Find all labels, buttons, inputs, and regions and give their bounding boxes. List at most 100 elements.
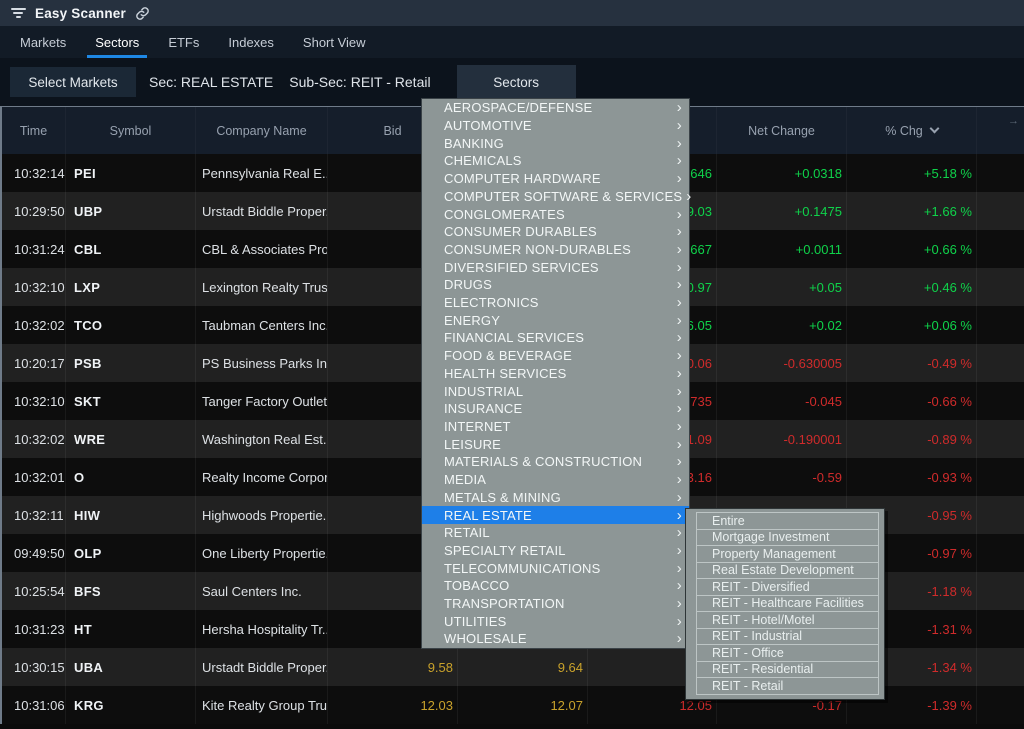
chevron-right-icon: › — [676, 347, 682, 365]
sector-menu-item[interactable]: CHEMICALS › — [422, 152, 689, 170]
spacer-cell — [977, 192, 1024, 230]
time-cell: 10:32:14 — [2, 154, 66, 192]
subsector-menu-item[interactable]: Property Management — [696, 545, 879, 563]
pct-cell: -0.93 % — [847, 458, 977, 496]
sector-menu-item[interactable]: TOBACCO › — [422, 577, 689, 595]
filter-icon[interactable] — [10, 8, 26, 18]
sector-menu-item[interactable]: INTERNET › — [422, 418, 689, 436]
time-cell: 10:32:11 — [2, 496, 66, 534]
symbol-cell: HIW — [66, 496, 196, 534]
subsector-menu-item[interactable]: REIT - Office — [696, 644, 879, 662]
chevron-right-icon: › — [676, 506, 682, 524]
chevron-right-icon: › — [676, 418, 682, 435]
tab-sectors[interactable]: Sectors — [87, 26, 148, 58]
sector-menu-item[interactable]: DIVERSIFIED SERVICES › — [422, 258, 689, 276]
sector-menu-item[interactable]: ENERGY › — [422, 311, 689, 329]
subsector-menu-item[interactable]: REIT - Residential — [696, 660, 879, 678]
spacer-cell — [977, 268, 1024, 306]
symbol-cell: WRE — [66, 420, 196, 458]
column-header-time[interactable]: Time — [2, 107, 66, 154]
symbol-cell: HT — [66, 610, 196, 648]
subsector-menu-item[interactable]: Entire — [696, 512, 879, 530]
sector-menu-item[interactable]: BANKING › — [422, 134, 689, 152]
sector-menu-item[interactable]: TRANSPORTATION › — [422, 595, 689, 613]
pct-cell: +0.66 % — [847, 230, 977, 268]
select-markets-button[interactable]: Select Markets — [10, 67, 136, 97]
company-cell: Saul Centers Inc. — [196, 572, 328, 610]
net-cell: +0.02 — [717, 306, 847, 344]
spacer-cell — [977, 306, 1024, 344]
symbol-cell: BFS — [66, 572, 196, 610]
sector-menu-item[interactable]: UTILITIES › — [422, 612, 689, 630]
subsector-menu-item[interactable]: REIT - Hotel/Motel — [696, 611, 879, 629]
chevron-right-icon: › — [676, 488, 682, 506]
sector-menu-item[interactable]: LEISURE › — [422, 435, 689, 453]
chevron-right-icon: › — [676, 595, 682, 613]
link-icon[interactable] — [135, 6, 150, 21]
subsector-menu-item[interactable]: Mortgage Investment — [696, 528, 879, 546]
sector-menu-item[interactable]: WHOLESALE › — [422, 630, 689, 648]
tab-bar: Markets Sectors ETFs Indexes Short View — [0, 26, 1024, 58]
sector-menu-item[interactable]: TELECOMMUNICATIONS › — [422, 559, 689, 577]
chevron-right-icon: › — [686, 187, 692, 205]
sector-menu-item[interactable]: COMPUTER HARDWARE › — [422, 170, 689, 188]
sector-menu-item[interactable]: DRUGS › — [422, 276, 689, 294]
sector-menu-item[interactable]: FINANCIAL SERVICES › — [422, 329, 689, 347]
time-cell: 10:32:02 — [2, 306, 66, 344]
tab-short-view[interactable]: Short View — [295, 26, 374, 58]
sector-menu-item[interactable]: COMPUTER SOFTWARE & SERVICES › — [422, 187, 692, 206]
tab-markets[interactable]: Markets — [12, 26, 74, 58]
symbol-cell: UBA — [66, 648, 196, 686]
company-cell: Kite Realty Group Trust — [196, 686, 328, 724]
chevron-right-icon: › — [676, 311, 682, 329]
sector-menu-item[interactable]: AUTOMOTIVE › — [422, 117, 689, 135]
column-header-label: Net Change — [748, 123, 815, 138]
sector-menu-item[interactable]: ELECTRONICS › — [422, 294, 689, 312]
tab-etfs[interactable]: ETFs — [160, 26, 207, 58]
net-cell: +0.0011 — [717, 230, 847, 268]
sector-menu-item[interactable]: CONSUMER NON-DURABLES › — [422, 241, 689, 259]
column-header-symbol[interactable]: Symbol — [66, 107, 196, 154]
sector-menu-item-label: AUTOMOTIVE — [444, 118, 532, 134]
symbol-cell: PEI — [66, 154, 196, 192]
sector-menu-item-label: HEALTH SERVICES — [444, 365, 567, 381]
subsector-menu-item[interactable]: REIT - Diversified — [696, 578, 879, 596]
sector-menu-item-label: INDUSTRIAL — [444, 383, 524, 399]
subsector-menu-item[interactable]: REIT - Retail — [696, 677, 879, 695]
sectors-button[interactable]: Sectors — [456, 65, 576, 99]
sector-menu-item-label: METALS & MINING — [444, 489, 561, 505]
sector-menu-item[interactable]: HEALTH SERVICES › — [422, 365, 689, 383]
sector-menu-item[interactable]: FOOD & BEVERAGE › — [422, 347, 689, 365]
sector-menu-item[interactable]: MEDIA › — [422, 471, 689, 489]
chevron-right-icon: › — [676, 117, 682, 135]
sector-menu-item[interactable]: SPECIALTY RETAIL › — [422, 542, 689, 560]
sector-menu-item[interactable]: INSURANCE › — [422, 400, 689, 418]
pct-cell: +1.66 % — [847, 192, 977, 230]
spacer-cell — [977, 420, 1024, 458]
chevron-right-icon: › — [676, 471, 682, 489]
sector-menu-item[interactable]: REAL ESTATE › — [422, 506, 689, 524]
chevron-right-icon: › — [676, 364, 682, 382]
scroll-right-icon[interactable]: → — [1008, 115, 1019, 127]
sector-menu-item[interactable]: MATERIALS & CONSTRUCTION › — [422, 453, 689, 471]
sector-menu-item[interactable]: INDUSTRIAL › — [422, 382, 689, 400]
sector-menu-item[interactable]: RETAIL › — [422, 524, 689, 542]
symbol-cell: UBP — [66, 192, 196, 230]
pct-cell: +0.06 % — [847, 306, 977, 344]
subsector-menu-item[interactable]: REIT - Healthcare Facilities — [696, 594, 879, 612]
sector-menu-item[interactable]: METALS & MINING › — [422, 488, 689, 506]
sector-menu-item[interactable]: CONGLOMERATES › — [422, 205, 689, 223]
column-header-net[interactable]: Net Change — [717, 107, 847, 154]
column-header-company[interactable]: Company Name — [196, 107, 328, 154]
tab-indexes[interactable]: Indexes — [220, 26, 282, 58]
sector-menu-item[interactable]: AEROSPACE/DEFENSE › — [422, 99, 689, 117]
sector-menu-item[interactable]: CONSUMER DURABLES › — [422, 223, 689, 241]
sector-menu-item-label: TRANSPORTATION — [444, 596, 565, 612]
sector-menu-item-label: TOBACCO — [444, 578, 510, 594]
net-cell: +0.0318 — [717, 154, 847, 192]
subsector-menu-item[interactable]: REIT - Industrial — [696, 627, 879, 645]
subsector-menu-item[interactable]: Real Estate Development — [696, 561, 879, 579]
sector-menu-item-label: TELECOMMUNICATIONS — [444, 560, 601, 576]
column-header-pct[interactable]: % Chg — [847, 107, 977, 154]
chevron-right-icon: › — [676, 240, 682, 258]
